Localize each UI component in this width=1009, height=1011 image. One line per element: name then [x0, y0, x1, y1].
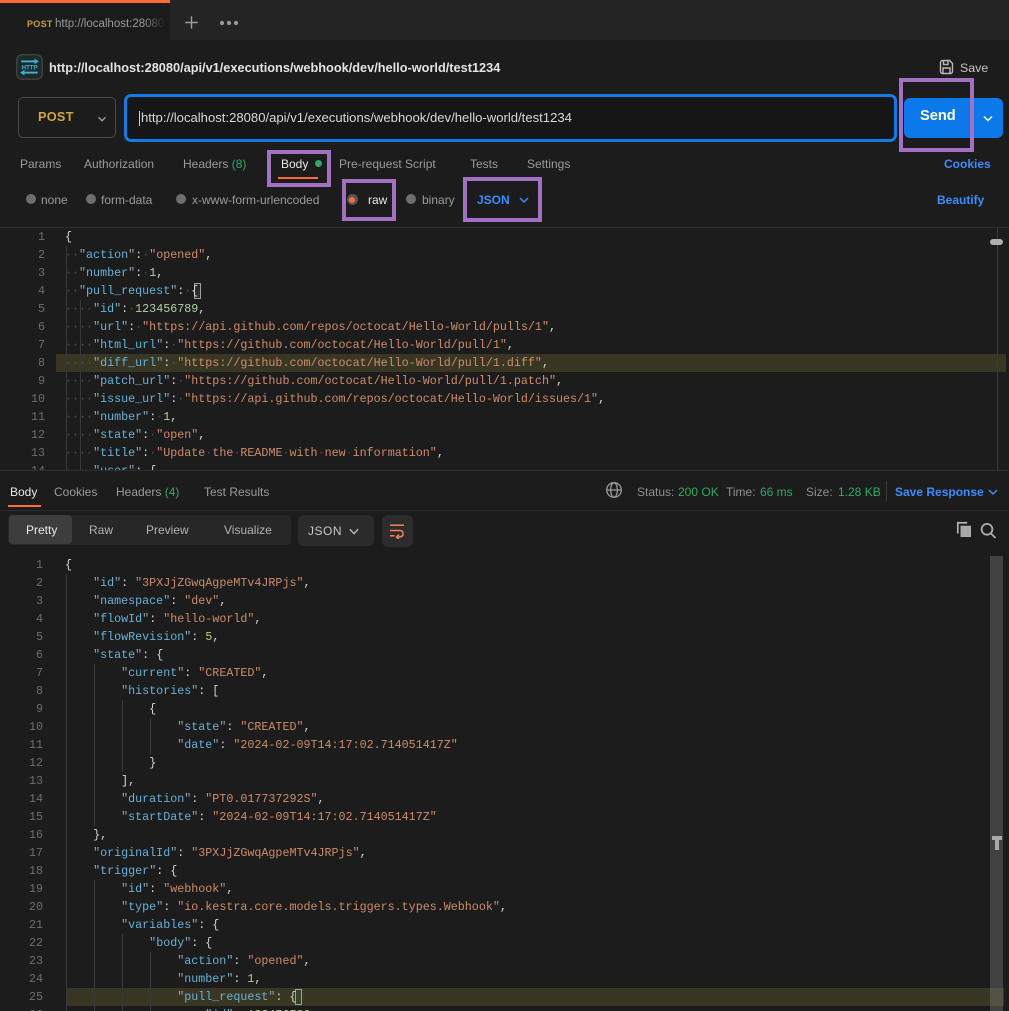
svg-text:HTTP: HTTP	[22, 64, 39, 71]
